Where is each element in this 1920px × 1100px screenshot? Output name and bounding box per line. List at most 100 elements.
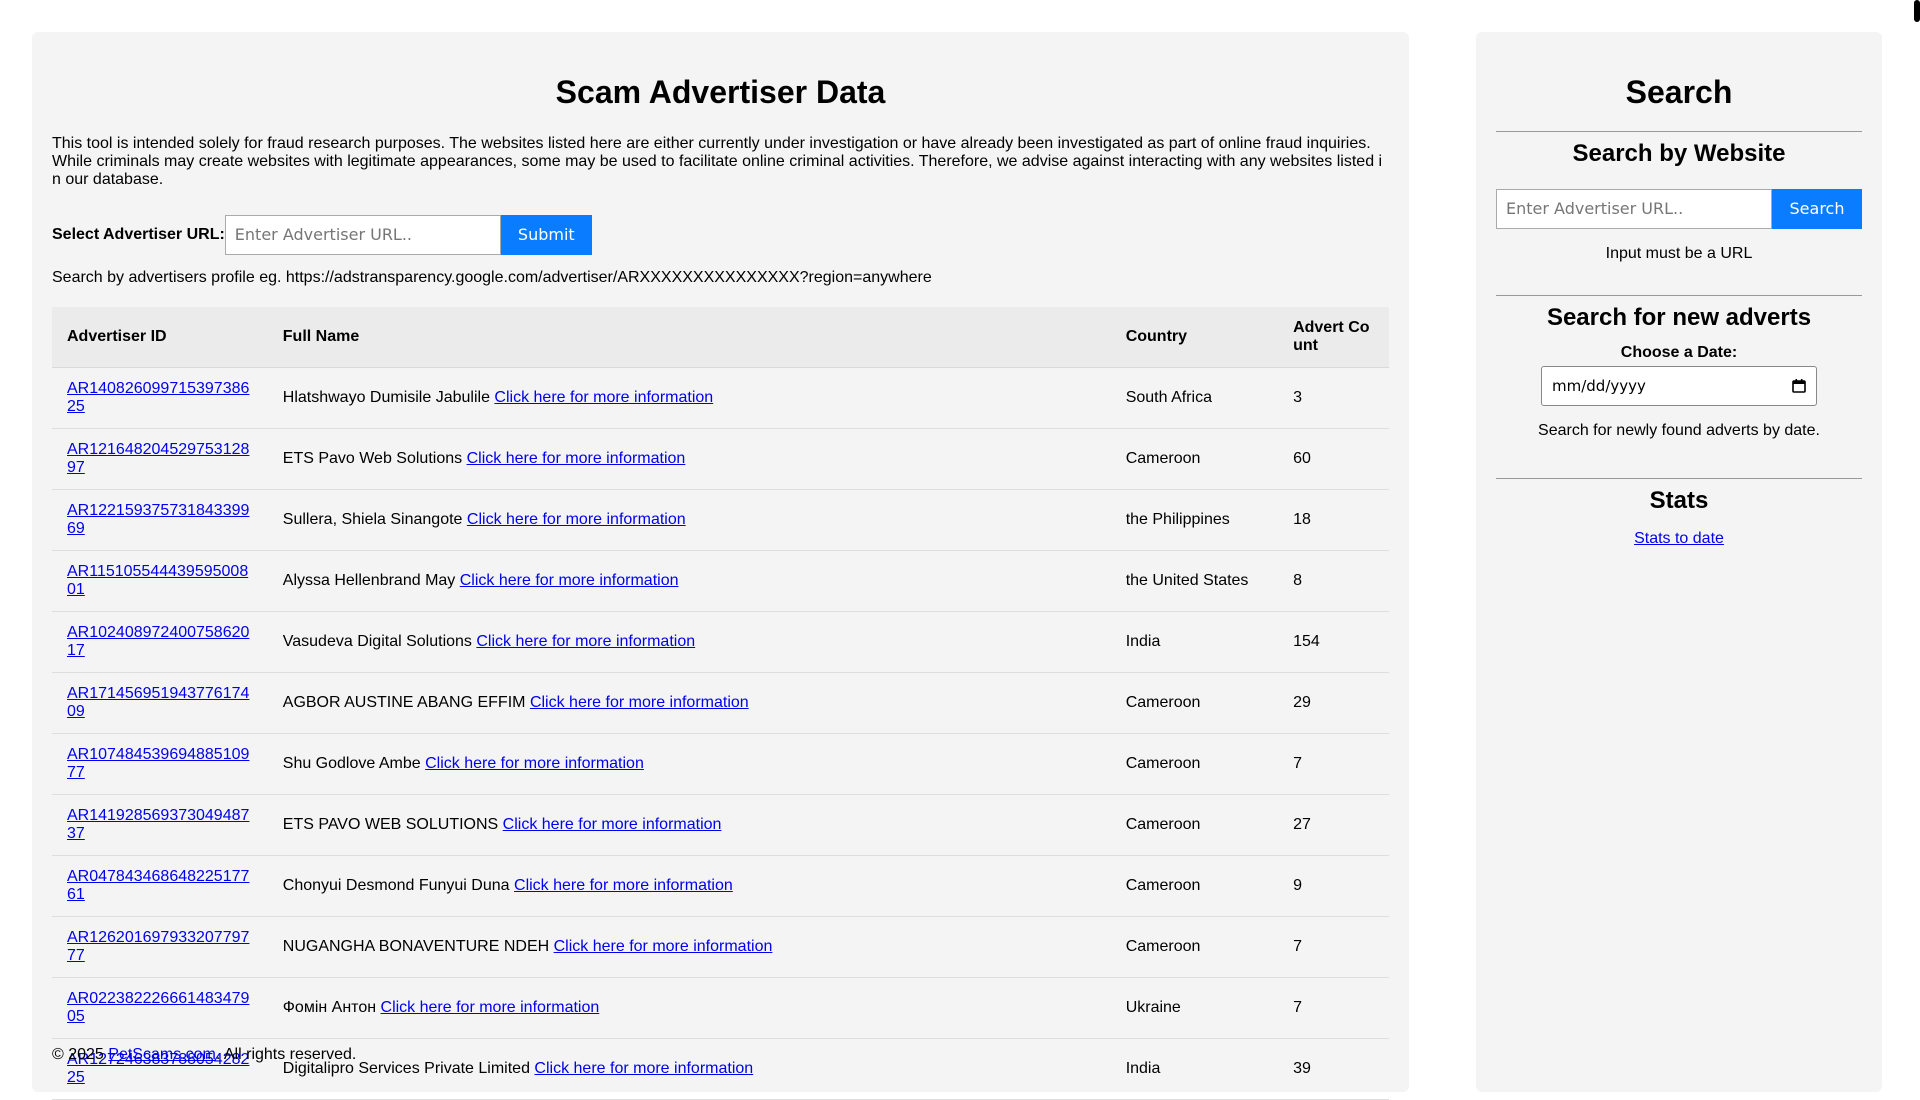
more-info-link[interactable]: Click here for more information xyxy=(467,511,686,528)
full-name-text: Sullera, Shiela Sinangote xyxy=(282,510,463,528)
advertiser-id-cell: AR02238222666148347905 xyxy=(52,977,268,1039)
advertiser-id-link[interactable]: AR10748453969488510977 xyxy=(67,746,249,781)
divider xyxy=(1496,294,1862,296)
footer-copyright: © 2025 xyxy=(52,1046,109,1063)
more-info-link[interactable]: Click here for more information xyxy=(476,633,695,650)
full-name-cell: Alyssa Hellenbrand May Click here for mo… xyxy=(267,550,1111,612)
url-requirement-note: Input must be a URL xyxy=(1605,244,1753,262)
table-row: AR12215937573184339969 Sullera, Shiela Si… xyxy=(52,489,1389,551)
new-adverts-heading: Search for new adverts xyxy=(1546,303,1812,331)
more-info-link[interactable]: Click here for more information xyxy=(494,389,713,406)
header-country: Country xyxy=(1110,306,1279,368)
full-name-text: Chonyui Desmond Funyui Duna xyxy=(282,876,510,894)
divider xyxy=(1496,478,1862,480)
more-info-link[interactable]: Click here for more information xyxy=(514,877,733,894)
table-row: AR02238222666148347905 Фомін Антон Click … xyxy=(52,977,1389,1039)
more-info-link[interactable]: Click here for more information xyxy=(381,999,600,1016)
full-name-text: ETS PAVO WEB SOLUTIONS xyxy=(282,815,499,833)
calendar-icon[interactable] xyxy=(1792,379,1806,394)
choose-date-label: Choose a Date: xyxy=(1620,344,1738,362)
website-search-input[interactable] xyxy=(1496,188,1772,229)
full-name-cell: Sullera, Shiela Sinangote Click here for… xyxy=(267,489,1111,551)
advert-count-cell: 39 xyxy=(1278,1038,1389,1100)
more-info-link[interactable]: Click here for more information xyxy=(425,755,644,772)
search-sidebar: Search Search by Website Search Input mu… xyxy=(1476,32,1882,1092)
country-cell: Cameroon xyxy=(1110,794,1279,856)
search-hint: Search by advertisers profile eg. https:… xyxy=(52,268,932,286)
advertiser-url-input[interactable] xyxy=(224,214,501,255)
advertiser-id-cell: AR11510554443959500801 xyxy=(52,550,268,612)
advertiser-id-link[interactable]: AR14192856937304948737 xyxy=(67,807,249,842)
sidebar-title: Search xyxy=(1625,74,1733,110)
more-info-link[interactable]: Click here for more information xyxy=(534,1060,753,1077)
footer-site-link[interactable]: PetScams.com xyxy=(108,1046,216,1063)
full-name-text: Alyssa Hellenbrand May xyxy=(282,571,456,589)
more-info-link[interactable]: Click here for more information xyxy=(554,938,773,955)
table-row: AR04784346864822517761 Chonyui Desmond Fu… xyxy=(52,855,1389,917)
date-input[interactable]: mm/dd/yyyy xyxy=(1541,366,1817,407)
advert-count-cell: 154 xyxy=(1278,611,1389,673)
full-name-cell: Chonyui Desmond Funyui Duna Click here f… xyxy=(267,855,1111,917)
full-name-text: NUGANGHA BONAVENTURE NDEH xyxy=(282,937,550,955)
advertiser-id-link[interactable]: AR12620169793320779777 xyxy=(67,929,249,964)
advertiser-id-link[interactable]: AR04784346864822517761 xyxy=(67,868,249,903)
scrollbar-thumb[interactable] xyxy=(1914,0,1920,22)
advertiser-id-cell: AR14082609971539738625 xyxy=(52,367,268,429)
page-title: Scam Advertiser Data xyxy=(555,74,886,110)
full-name-cell: Shu Godlove Ambe Click here for more inf… xyxy=(267,733,1111,795)
select-url-label: Select Advertiser URL: xyxy=(52,225,225,243)
advert-count-cell: 29 xyxy=(1278,672,1389,734)
table-row: AR17145695194377617409 AGBOR AUSTINE ABAN… xyxy=(52,672,1389,734)
full-name-cell: Vasudeva Digital Solutions Click here fo… xyxy=(267,611,1111,673)
advertiser-id-cell: AR12215937573184339969 xyxy=(52,489,268,551)
full-name-text: Hlatshwayo Dumisile Jabulile xyxy=(282,388,490,406)
table-row: AR10240897240075862017 Vasudeva Digital S… xyxy=(52,611,1389,673)
advertiser-id-cell: AR14192856937304948737 xyxy=(52,794,268,856)
full-name-text: ETS Pavo Web Solutions xyxy=(282,449,463,467)
advert-count-cell: 8 xyxy=(1278,550,1389,612)
full-name-cell: ETS PAVO WEB SOLUTIONS Click here for mo… xyxy=(267,794,1111,856)
advertiser-id-cell: AR12164820452975312897 xyxy=(52,428,268,490)
stats-to-date-link[interactable]: Stats to date xyxy=(1634,530,1724,547)
full-name-cell: Digitalipro Services Private Limited Cli… xyxy=(267,1038,1111,1100)
footer: © 2025 PetScams.com. All rights reserved… xyxy=(52,1046,356,1064)
advertiser-id-link[interactable]: AR10240897240075862017 xyxy=(67,624,249,659)
advertiser-id-link[interactable]: AR11510554443959500801 xyxy=(67,563,248,598)
country-cell: the United States xyxy=(1110,550,1279,612)
submit-button[interactable]: Submit xyxy=(500,214,592,255)
full-name-cell: ETS Pavo Web Solutions Click here for mo… xyxy=(267,428,1111,490)
country-cell: South Africa xyxy=(1110,367,1279,429)
advertiser-id-link[interactable]: AR14082609971539738625 xyxy=(67,380,249,415)
advertiser-id-link[interactable]: AR02238222666148347905 xyxy=(67,990,249,1025)
advertiser-id-cell: AR17145695194377617409 xyxy=(52,672,268,734)
advertiser-id-link[interactable]: AR17145695194377617409 xyxy=(67,685,249,720)
table-row: AR14082609971539738625 Hlatshwayo Dumisil… xyxy=(52,367,1389,429)
advert-count-cell: 7 xyxy=(1278,733,1389,795)
country-cell: Cameroon xyxy=(1110,428,1279,490)
advertiser-id-link[interactable]: AR12164820452975312897 xyxy=(67,441,249,476)
header-full-name: Full Name xyxy=(267,306,1111,368)
full-name-cell: Фомін Антон Click here for more informat… xyxy=(267,977,1111,1039)
country-cell: Cameroon xyxy=(1110,855,1279,917)
more-info-link[interactable]: Click here for more information xyxy=(503,816,722,833)
full-name-cell: NUGANGHA BONAVENTURE NDEH Click here for… xyxy=(267,916,1111,978)
country-cell: India xyxy=(1110,611,1279,673)
country-cell: Ukraine xyxy=(1110,977,1279,1039)
full-name-cell: AGBOR AUSTINE ABANG EFFIM Click here for… xyxy=(267,672,1111,734)
table-row: AR12620169793320779777 NUGANGHA BONAVENTU… xyxy=(52,916,1389,978)
advert-count-cell: 7 xyxy=(1278,916,1389,978)
website-search-button[interactable]: Search xyxy=(1772,188,1862,229)
footer-rights: . All rights reserved. xyxy=(215,1046,357,1063)
website-search-form: Search xyxy=(1496,188,1862,229)
header-advertiser-id: Advertiser ID xyxy=(52,306,268,368)
advert-count-cell: 27 xyxy=(1278,794,1389,856)
advertiser-id-cell: AR10240897240075862017 xyxy=(52,611,268,673)
advertiser-id-link[interactable]: AR12215937573184339969 xyxy=(67,502,249,537)
stats-link-wrap: Stats to date xyxy=(1496,530,1862,548)
more-info-link[interactable]: Click here for more information xyxy=(467,450,686,467)
country-cell: Cameroon xyxy=(1110,916,1279,978)
header-advert-count: Advert Count xyxy=(1278,306,1389,368)
table-row: AR10748453969488510977 Shu Godlove Ambe C… xyxy=(52,733,1389,795)
more-info-link[interactable]: Click here for more information xyxy=(460,572,679,589)
more-info-link[interactable]: Click here for more information xyxy=(530,694,749,711)
